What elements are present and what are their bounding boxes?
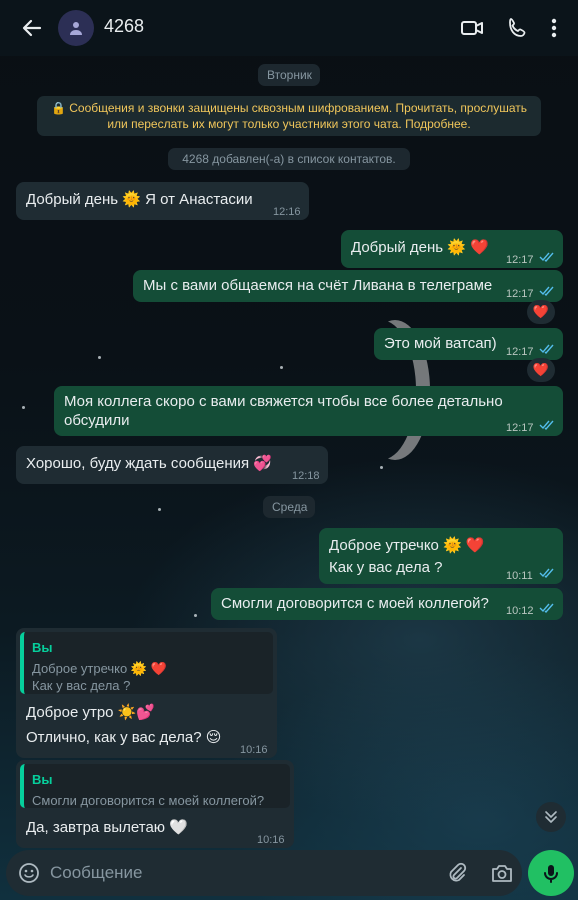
person-icon	[70, 22, 82, 35]
message-text: Смогли договорится с моей коллегой?	[221, 595, 489, 612]
message-input[interactable]: Сообщение	[50, 863, 143, 883]
message-time: 10:16	[240, 744, 268, 756]
star-decoration	[280, 366, 283, 369]
avatar[interactable]	[58, 10, 94, 46]
attach-paperclip-icon[interactable]	[446, 862, 468, 884]
quote-author: Вы	[32, 772, 53, 787]
message-time: 12:17	[506, 346, 534, 358]
message-text: Добрый день 🌞 ❤️	[351, 239, 489, 256]
message-text: Да, завтра вылетаю 🤍	[26, 819, 188, 836]
message-time: 12:16	[273, 206, 301, 218]
scroll-to-bottom-button[interactable]	[536, 802, 566, 832]
quoted-message[interactable]: Вы Доброе утречко 🌞 ❤️ Как у вас дела ?	[20, 632, 273, 694]
emoji-icon[interactable]	[18, 862, 40, 884]
incoming-reply-message[interactable]: Вы Доброе утречко 🌞 ❤️ Как у вас дела ? …	[16, 628, 277, 758]
reaction-badge[interactable]: ❤️	[527, 358, 555, 382]
voice-record-button[interactable]	[528, 850, 574, 896]
message-text: Моя коллега скоро с вами свяжется чтобы …	[64, 393, 503, 429]
outgoing-message[interactable]: Добрый день 🌞 ❤️ 12:17	[341, 230, 563, 268]
outgoing-message[interactable]: Доброе утречко 🌞 ❤️ Как у вас дела ? 10:…	[319, 528, 563, 584]
message-text: Мы с вами общаемся на счёт Ливана в теле…	[143, 277, 493, 294]
more-options-icon[interactable]	[544, 14, 564, 42]
message-text: Это мой ватсап)	[384, 335, 497, 352]
contact-added-notice: 4268 добавлен(-а) в список контактов.	[168, 148, 410, 170]
message-composer[interactable]: Сообщение	[6, 850, 522, 896]
quote-text: Доброе утречко 🌞 ❤️	[32, 661, 167, 676]
message-text: Хорошо, буду ждать сообщения 💞	[26, 455, 272, 472]
read-ticks-icon	[539, 252, 554, 262]
read-ticks-icon	[539, 344, 554, 354]
quote-text: Как у вас дела ?	[32, 678, 131, 693]
phone-call-icon[interactable]	[504, 14, 532, 42]
date-separator: Среда	[263, 496, 315, 518]
message-text: Доброе утречко 🌞 ❤️	[329, 537, 485, 554]
reaction-badge[interactable]: ❤️	[527, 300, 555, 324]
read-ticks-icon	[539, 568, 554, 578]
encryption-notice[interactable]: 🔒 Сообщения и звонки защищены сквозным ш…	[37, 96, 541, 136]
message-text: Добрый день 🌞 Я от Анастасии	[26, 191, 253, 208]
star-decoration	[98, 356, 101, 359]
chat-header: 4268	[0, 0, 578, 56]
message-time: 12:18	[292, 470, 320, 482]
incoming-reply-message[interactable]: Вы Смогли договорится с моей коллегой? Д…	[16, 760, 294, 848]
message-time: 10:12	[506, 605, 534, 617]
star-decoration	[380, 466, 383, 469]
video-call-icon[interactable]	[458, 14, 486, 42]
incoming-message[interactable]: Добрый день 🌞 Я от Анастасии 12:16	[16, 182, 309, 220]
outgoing-message[interactable]: Это мой ватсап) 12:17	[374, 328, 563, 360]
message-text: Отлично, как у вас дела? 😌	[26, 729, 222, 746]
message-time: 12:17	[506, 422, 534, 434]
incoming-message[interactable]: Хорошо, буду ждать сообщения 💞 12:18	[16, 446, 328, 484]
contact-name[interactable]: 4268	[104, 16, 144, 37]
read-ticks-icon	[539, 603, 554, 613]
quote-author: Вы	[32, 640, 53, 655]
quoted-message[interactable]: Вы Смогли договорится с моей коллегой?	[20, 764, 290, 808]
camera-icon[interactable]	[490, 862, 514, 884]
message-text: Как у вас дела ?	[329, 559, 443, 576]
read-ticks-icon	[539, 286, 554, 296]
quote-text: Смогли договорится с моей коллегой?	[32, 793, 265, 808]
outgoing-message[interactable]: Моя коллега скоро с вами свяжется чтобы …	[54, 386, 563, 436]
star-decoration	[22, 406, 25, 409]
date-separator: Вторник	[258, 64, 320, 86]
message-time: 12:17	[506, 288, 534, 300]
message-time: 12:17	[506, 254, 534, 266]
outgoing-message[interactable]: Смогли договорится с моей коллегой? 10:1…	[211, 588, 563, 620]
read-ticks-icon	[539, 420, 554, 430]
star-decoration	[194, 614, 197, 617]
message-time: 10:11	[506, 570, 533, 582]
double-chevron-down-icon	[545, 811, 557, 823]
outgoing-message[interactable]: Мы с вами общаемся на счёт Ливана в теле…	[133, 270, 563, 302]
message-text: Доброе утро ☀️💕	[26, 704, 156, 721]
back-arrow-icon[interactable]	[18, 14, 46, 42]
microphone-icon	[544, 865, 558, 883]
message-time: 10:16	[257, 834, 285, 846]
star-decoration	[158, 508, 161, 511]
